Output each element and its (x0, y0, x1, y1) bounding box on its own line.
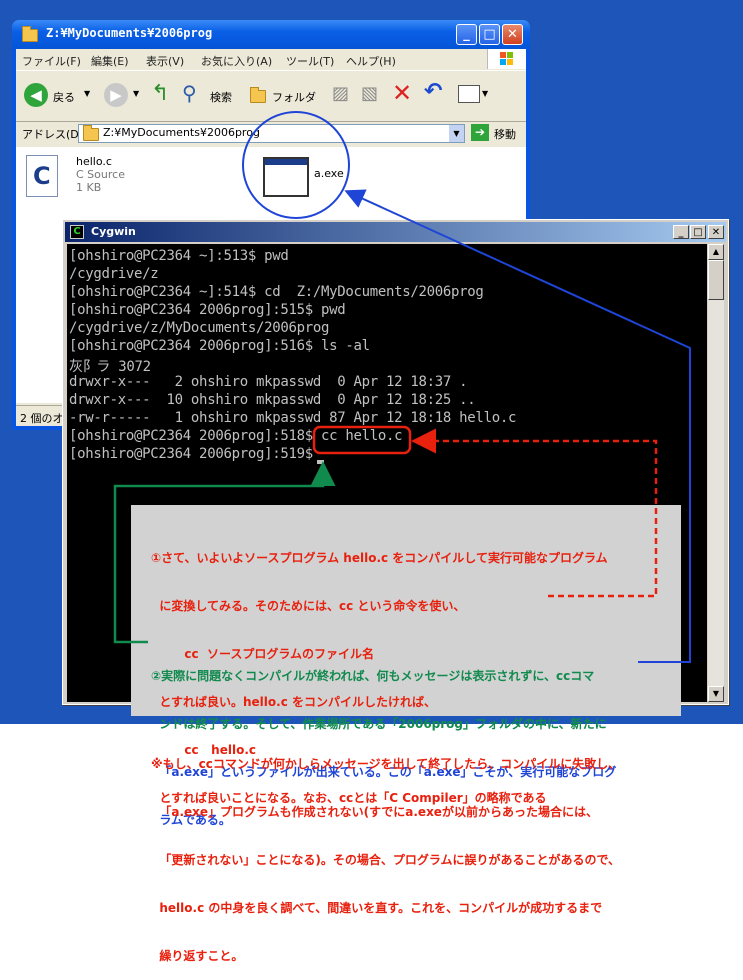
annotation-overlay (113, 111, 691, 663)
red-dashed-arrow (411, 428, 658, 598)
note-3-line: hello.c の中身を良く調べて、間違いを直す。これを、コンパイルが成功するま… (151, 901, 603, 915)
green-arrow (113, 461, 336, 644)
highlight-box-cc-command (312, 425, 412, 455)
note-3-line: 繰り返すこと。 (151, 949, 244, 963)
note-3-line: 「更新されない」ことになる)。その場合、プログラムに誤りがあることがあるので、 (151, 853, 621, 867)
highlight-circle-a-exe (242, 111, 350, 219)
